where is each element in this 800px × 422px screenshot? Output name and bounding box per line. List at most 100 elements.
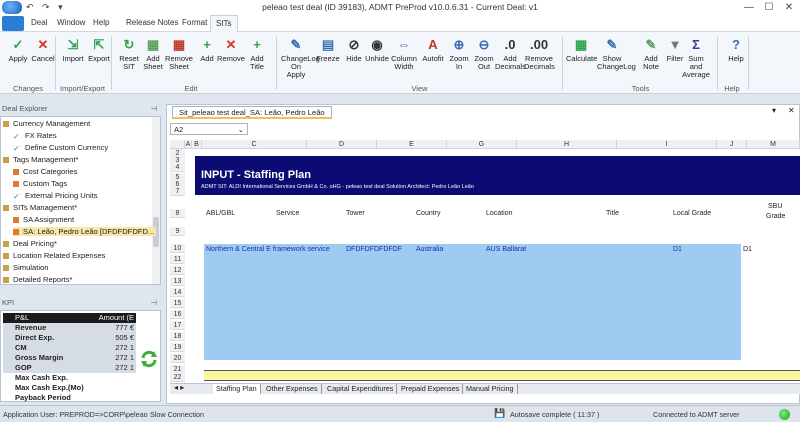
pin-icon[interactable]: ⊣ — [150, 298, 157, 307]
document-tab[interactable]: Sit_peleao test deal_SA: Leão, Pedro Leã… — [172, 106, 332, 119]
column-header[interactable]: M — [747, 140, 800, 149]
select-all-corner[interactable] — [170, 140, 185, 149]
tree-scrollbar[interactable] — [152, 117, 160, 284]
tree-item[interactable]: Currency Management — [3, 119, 90, 128]
add-decimals-button[interactable]: .0 Add Decimals — [495, 36, 526, 71]
close-button[interactable]: ✕ — [780, 0, 798, 15]
spreadsheet-grid[interactable]: INPUT - Staffing Plan ADMT SIT: ALDI Int… — [170, 140, 800, 383]
tree-item[interactable]: ✓ FX Rates — [13, 131, 57, 141]
tree-item[interactable]: Tags Management* — [3, 155, 78, 164]
menu-format[interactable]: Format — [182, 18, 207, 27]
row-header[interactable]: 8 — [170, 209, 185, 218]
unhide-button[interactable]: ◉ Unhide — [362, 36, 392, 63]
cell-tower[interactable]: DFDFDFDFDFDF — [346, 246, 402, 253]
tree-item[interactable]: ✓ Define Custom Currency — [13, 143, 108, 153]
title-bar: ↶ ↷ ▾ peleao test deal (ID 39183), ADMT … — [0, 0, 800, 15]
tree-item[interactable]: SA Assignment — [13, 215, 74, 224]
row-header[interactable]: 4 — [170, 163, 185, 172]
ribbon-button-label: Unhide — [365, 54, 389, 63]
row-header[interactable]: 14 — [170, 288, 185, 297]
totals-row[interactable] — [204, 370, 800, 381]
sheet-nav-icon[interactable]: ◂ ▸ — [174, 383, 184, 392]
column-header[interactable]: D — [307, 140, 377, 149]
menu-deal[interactable]: Deal — [31, 18, 47, 27]
name-box[interactable]: A2 ⌄ — [170, 123, 248, 135]
tab-list-icon[interactable]: ▾ — [772, 106, 776, 115]
column-width-button[interactable]: ⇔ Column Width — [389, 36, 419, 71]
remove-decimals-button[interactable]: .00 Remove Decimals — [524, 36, 555, 71]
sum-and-average-button[interactable]: Σ Sum and Average — [681, 36, 711, 79]
export-button[interactable]: ⇱ Export — [84, 36, 114, 63]
row-header[interactable]: 11 — [170, 255, 185, 264]
column-header[interactable]: I — [617, 140, 717, 149]
cell-location[interactable]: AUS Ballarat — [486, 246, 526, 253]
header-tower[interactable]: Tower — [346, 210, 365, 217]
sheet-tab-other-expenses[interactable]: Other Expenses — [263, 384, 322, 394]
sheet-tab-capital-expenditures[interactable]: Capital Expenditures — [324, 384, 398, 394]
row-header[interactable]: 10 — [170, 244, 185, 253]
row-header[interactable]: 7 — [170, 187, 185, 196]
header-country[interactable]: Country — [416, 210, 441, 217]
tree-item[interactable]: Location Related Expenses — [3, 251, 105, 260]
header-abl-gbl[interactable]: ABL/GBL — [206, 210, 235, 217]
column-header[interactable]: A — [185, 140, 192, 149]
tree-item[interactable]: Custom Tags — [13, 179, 67, 188]
tree-item[interactable]: Simulation — [3, 263, 48, 272]
row-header[interactable]: 12 — [170, 266, 185, 275]
remove-sheet-button[interactable]: ▦ Remove Sheet — [164, 36, 194, 71]
tree-item[interactable]: Detailed Reports* — [3, 275, 73, 284]
header-title[interactable]: Title — [606, 210, 619, 217]
header-location[interactable]: Location — [486, 210, 512, 217]
menu-sits[interactable]: SITs — [210, 15, 238, 32]
column-header[interactable]: E — [377, 140, 447, 149]
row-header[interactable]: 19 — [170, 343, 185, 352]
row-header[interactable]: 16 — [170, 310, 185, 319]
row-header[interactable]: 13 — [170, 277, 185, 286]
header-grade[interactable]: Grade — [766, 213, 785, 220]
pin-icon[interactable]: ⊣ — [150, 104, 157, 113]
maximize-button[interactable]: ☐ — [760, 0, 778, 15]
cell-country[interactable]: Australia — [416, 246, 443, 253]
menu-release-notes[interactable]: Release Notes — [126, 18, 178, 27]
cell-local-grade[interactable]: D1 — [673, 246, 682, 253]
cell-sbu-grade[interactable]: D1 — [743, 246, 752, 253]
tree-item[interactable]: ✓ External Pricing Units — [13, 191, 98, 201]
sheet-tab-staffing-plan[interactable]: Staffing Plan — [213, 384, 261, 394]
header-sbu[interactable]: SBU — [768, 203, 782, 210]
calculate-button[interactable]: ▦ Calculate — [566, 36, 597, 63]
menu-window[interactable]: Window — [57, 18, 85, 27]
close-document-icon[interactable]: ✕ — [788, 106, 795, 115]
column-header[interactable]: H — [517, 140, 617, 149]
cell-abl-gbl[interactable]: Northern & Central E framework service — [206, 246, 330, 253]
help-button[interactable]: ? Help — [721, 36, 751, 63]
column-header[interactable]: C — [202, 140, 307, 149]
row-header[interactable]: 9 — [170, 227, 185, 236]
tree-item[interactable]: SITs Management* — [3, 203, 77, 212]
chevron-down-icon[interactable]: ⌄ — [238, 124, 244, 135]
sheet-tab-prepaid-expenses[interactable]: Prepaid Expenses — [398, 384, 464, 394]
column-header[interactable]: J — [717, 140, 747, 149]
tree-item[interactable]: Deal Pricing* — [3, 239, 57, 248]
column-header[interactable]: B — [192, 140, 202, 149]
minimize-button[interactable]: — — [740, 0, 758, 15]
changelog-on-apply-button[interactable]: ✎ ChangeLog On Apply — [281, 36, 320, 79]
show-changelog-button[interactable]: ✎ Show ChangeLog — [597, 36, 636, 71]
group-view: View — [411, 84, 428, 93]
row-header[interactable]: 22 — [170, 373, 185, 382]
column-header[interactable]: G — [447, 140, 517, 149]
application-menu-button[interactable] — [2, 16, 24, 31]
staffing-data-area[interactable] — [204, 244, 741, 360]
tree-item[interactable]: Cost Categories — [13, 167, 77, 176]
menu-help[interactable]: Help — [93, 18, 109, 27]
add-title-button[interactable]: + Add Title — [242, 36, 272, 71]
row-header[interactable]: 17 — [170, 321, 185, 330]
sheet-tab-manual-pricing[interactable]: Manual Pricing — [463, 384, 518, 394]
row-header[interactable]: 15 — [170, 299, 185, 308]
row-header[interactable]: 18 — [170, 332, 185, 341]
header-service[interactable]: Service — [276, 210, 299, 217]
header-local-grade[interactable]: Local Grade — [673, 210, 711, 217]
cancel-button[interactable]: ✕ Cancel — [28, 36, 58, 63]
refresh-icon[interactable] — [139, 349, 159, 369]
row-header[interactable]: 20 — [170, 354, 185, 363]
tree-item[interactable]: SA: Leão, Pedro Leão [DFDFDFDFD... — [13, 227, 157, 236]
